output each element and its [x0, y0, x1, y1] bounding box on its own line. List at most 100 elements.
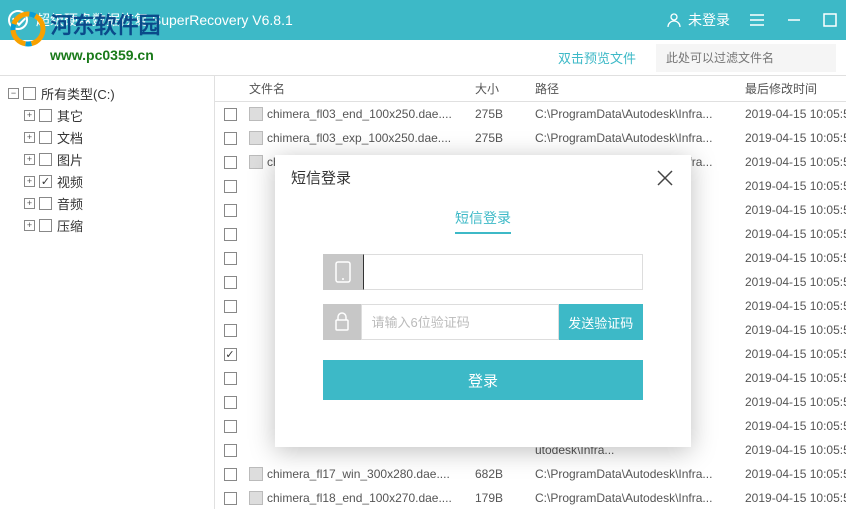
- dialog-title: 短信登录: [291, 167, 351, 188]
- send-code-button[interactable]: 发送验证码: [559, 304, 643, 340]
- file-path: C:\ProgramData\Autodesk\Infra...: [535, 107, 745, 121]
- file-time: 2019-04-15 10:05:5: [745, 299, 846, 313]
- tree-checkbox[interactable]: [39, 153, 52, 166]
- tree-checkbox[interactable]: [39, 197, 52, 210]
- tree-node[interactable]: + 图片: [4, 148, 210, 170]
- row-checkbox[interactable]: [224, 324, 237, 337]
- expand-icon[interactable]: +: [24, 220, 35, 231]
- type-tree-sidebar: − 所有类型(C:) + 其它 + 文档 + 图片 + 视频 + 音频 + 压缩: [0, 76, 215, 509]
- tree-label: 图片: [57, 150, 83, 169]
- app-logo-icon: [8, 10, 28, 30]
- table-row[interactable]: chimera_fl03_exp_100x250.dae....275BC:\P…: [215, 126, 846, 150]
- header-time[interactable]: 最后修改时间: [745, 80, 846, 97]
- file-size: 275B: [475, 107, 535, 121]
- row-checkbox[interactable]: [224, 300, 237, 313]
- file-time: 2019-04-15 10:05:5: [745, 371, 846, 385]
- titlebar: 超级硬盘数据恢复 SuperRecovery V6.8.1 未登录: [0, 0, 846, 40]
- preview-hint-label: 双击预览文件: [538, 48, 656, 67]
- file-path: C:\ProgramData\Autodesk\Infra...: [535, 467, 745, 481]
- row-checkbox[interactable]: [224, 204, 237, 217]
- file-time: 2019-04-15 10:05:5: [745, 347, 846, 361]
- tree-checkbox[interactable]: [39, 131, 52, 144]
- file-name: chimera_fl17_win_300x280.dae....: [267, 467, 450, 481]
- user-icon: [666, 12, 682, 28]
- file-time: 2019-04-15 10:05:5: [745, 419, 846, 433]
- close-button[interactable]: [655, 168, 675, 188]
- tree-label: 压缩: [57, 216, 83, 235]
- file-name: chimera_fl03_exp_100x250.dae....: [267, 131, 451, 145]
- file-icon: [249, 155, 263, 169]
- table-row[interactable]: chimera_fl17_win_300x280.dae....682BC:\P…: [215, 462, 846, 486]
- table-row[interactable]: chimera_fl18_end_100x270.dae.... 179BC:\P…: [215, 486, 846, 509]
- tree-root-checkbox[interactable]: [23, 87, 36, 100]
- file-path: C:\ProgramData\Autodesk\Infra...: [535, 131, 745, 145]
- row-checkbox[interactable]: [224, 420, 237, 433]
- tree-checkbox[interactable]: [39, 175, 52, 188]
- tree-label: 其它: [57, 106, 83, 125]
- row-checkbox[interactable]: [224, 108, 237, 121]
- file-name: chimera_fl18_end_100x270.dae....: [267, 491, 452, 505]
- file-icon: [249, 467, 263, 481]
- maximize-button[interactable]: [822, 12, 838, 28]
- file-path: C:\ProgramData\Autodesk\Infra...: [535, 491, 745, 505]
- login-button[interactable]: 登录: [323, 360, 643, 400]
- file-time: 2019-04-15 10:05:5: [745, 155, 846, 169]
- table-row[interactable]: chimera_fl03_end_100x250.dae.... 275BC:\P…: [215, 102, 846, 126]
- file-time: 2019-04-15 10:05:5: [745, 203, 846, 217]
- file-size: 179B: [475, 491, 535, 505]
- row-checkbox[interactable]: [224, 156, 237, 169]
- row-checkbox[interactable]: [224, 132, 237, 145]
- expand-icon[interactable]: +: [24, 110, 35, 121]
- file-icon: [249, 131, 263, 145]
- file-time: 2019-04-15 10:05:5: [745, 131, 846, 145]
- expand-icon[interactable]: +: [24, 198, 35, 209]
- file-time: 2019-04-15 10:05:5: [745, 395, 846, 409]
- login-status-button[interactable]: 未登录: [666, 10, 730, 30]
- row-checkbox[interactable]: [224, 228, 237, 241]
- header-name[interactable]: 文件名: [245, 80, 475, 97]
- tree-label: 音频: [57, 194, 83, 213]
- header-size[interactable]: 大小: [475, 80, 535, 97]
- tree-node[interactable]: + 音频: [4, 192, 210, 214]
- row-checkbox[interactable]: [224, 396, 237, 409]
- phone-input[interactable]: [363, 254, 643, 290]
- file-time: 2019-04-15 10:05:5: [745, 275, 846, 289]
- tree-node[interactable]: + 文档: [4, 126, 210, 148]
- menu-button[interactable]: [750, 12, 766, 28]
- tree-root-label: 所有类型(C:): [41, 84, 115, 103]
- tree-node[interactable]: + 压缩: [4, 214, 210, 236]
- tree-label: 视频: [57, 172, 83, 191]
- expand-icon[interactable]: +: [24, 132, 35, 143]
- expand-icon[interactable]: +: [24, 176, 35, 187]
- row-checkbox[interactable]: [224, 252, 237, 265]
- row-checkbox[interactable]: [224, 180, 237, 193]
- sms-login-dialog: 短信登录 短信登录 发送验证码 登录: [275, 155, 691, 447]
- verify-code-input[interactable]: [361, 304, 559, 340]
- row-checkbox[interactable]: [224, 468, 237, 481]
- close-icon: [656, 169, 674, 187]
- collapse-icon[interactable]: −: [8, 88, 19, 99]
- tree-checkbox[interactable]: [39, 109, 52, 122]
- tree-label: 文档: [57, 128, 83, 147]
- row-checkbox[interactable]: [224, 492, 237, 505]
- toolbar: 双击预览文件: [0, 40, 846, 76]
- row-checkbox[interactable]: [224, 444, 237, 457]
- file-list-header: 文件名 大小 路径 最后修改时间: [215, 76, 846, 102]
- tree-node[interactable]: + 视频: [4, 170, 210, 192]
- expand-icon[interactable]: +: [24, 154, 35, 165]
- file-name: chimera_fl03_end_100x250.dae....: [267, 107, 452, 121]
- header-path[interactable]: 路径: [535, 80, 745, 97]
- file-time: 2019-04-15 10:05:5: [745, 251, 846, 265]
- login-status-label: 未登录: [688, 10, 730, 30]
- file-icon: [249, 107, 263, 121]
- file-time: 2019-04-15 10:05:5: [745, 443, 846, 457]
- row-checkbox[interactable]: [224, 348, 237, 361]
- tree-root[interactable]: − 所有类型(C:): [4, 82, 210, 104]
- tab-sms-login[interactable]: 短信登录: [455, 208, 511, 234]
- row-checkbox[interactable]: [224, 372, 237, 385]
- tree-node[interactable]: + 其它: [4, 104, 210, 126]
- tree-checkbox[interactable]: [39, 219, 52, 232]
- minimize-button[interactable]: [786, 12, 802, 28]
- filter-input[interactable]: [656, 44, 836, 72]
- row-checkbox[interactable]: [224, 276, 237, 289]
